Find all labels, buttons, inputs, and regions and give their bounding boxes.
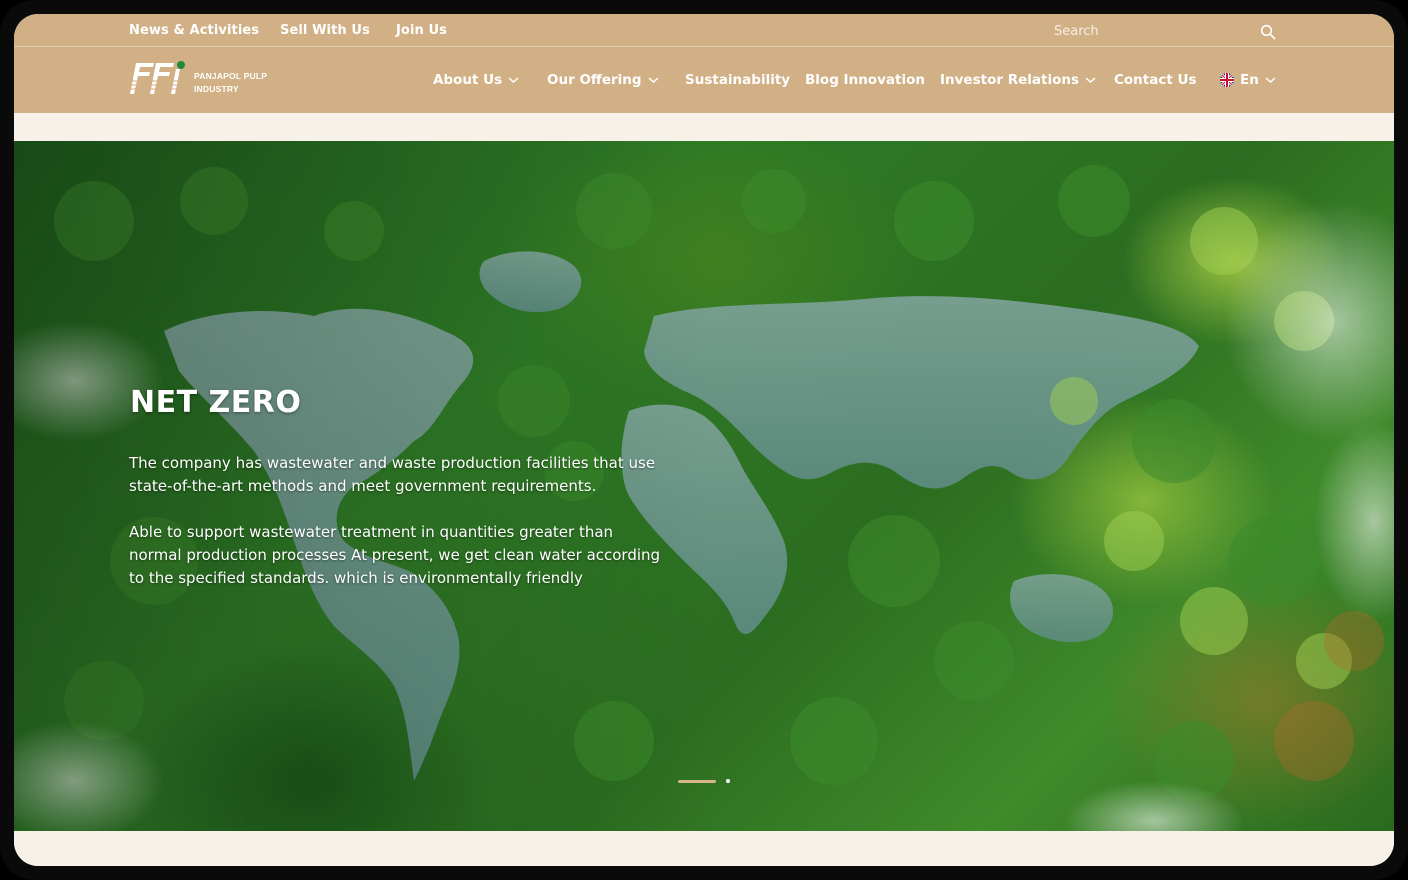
footer-spacer bbox=[14, 831, 1394, 866]
nav-sustainability-label: Sustainability bbox=[685, 72, 791, 88]
chevron-down-icon bbox=[508, 77, 519, 84]
top-link-news-activities[interactable]: News & Activities bbox=[129, 23, 259, 38]
carousel-pagination bbox=[678, 779, 730, 783]
search-icon[interactable] bbox=[1260, 24, 1276, 40]
nav-our-offering-label: Our Offering bbox=[547, 72, 642, 88]
site-header: News & Activities Sell With Us Join Us S… bbox=[14, 14, 1394, 113]
hero-paragraph-1: The company has wastewater and waste pro… bbox=[129, 454, 656, 495]
language-label: En bbox=[1240, 72, 1259, 88]
top-bar: News & Activities Sell With Us Join Us bbox=[14, 14, 1394, 47]
logo-line-2: INDUSTRY bbox=[194, 84, 239, 94]
spacer-band bbox=[14, 113, 1394, 141]
nav-investor-relations[interactable]: Investor Relations bbox=[940, 72, 1096, 88]
nav-about-us[interactable]: About Us bbox=[433, 72, 519, 88]
carousel-dot-active[interactable] bbox=[678, 779, 716, 783]
logo-line-1: PANJAPOL PULP bbox=[194, 71, 268, 81]
hero-title: NET ZERO bbox=[130, 385, 302, 420]
chevron-down-icon bbox=[648, 77, 659, 84]
logo-text: PANJAPOL PULP INDUSTRY bbox=[194, 70, 267, 96]
nav-our-offering[interactable]: Our Offering bbox=[547, 72, 659, 88]
carousel-dot[interactable] bbox=[726, 779, 730, 783]
main-nav: PANJAPOL PULP INDUSTRY About Us Our Offe… bbox=[14, 48, 1394, 113]
hero-banner: NET ZERO The company has wastewater and … bbox=[14, 141, 1394, 831]
chevron-down-icon bbox=[1265, 77, 1276, 84]
nav-contact-us[interactable]: Contact Us bbox=[1114, 72, 1197, 88]
chevron-down-icon bbox=[1085, 77, 1096, 84]
language-selector[interactable]: En bbox=[1220, 72, 1276, 88]
top-link-join-us[interactable]: Join Us bbox=[396, 23, 447, 38]
nav-contact-us-label: Contact Us bbox=[1114, 72, 1197, 88]
nav-sustainability[interactable]: Sustainability bbox=[685, 72, 790, 88]
nav-blog-innovation[interactable]: Blog Innovation bbox=[805, 72, 925, 88]
uk-flag-icon bbox=[1220, 73, 1234, 87]
browser-viewport: News & Activities Sell With Us Join Us S… bbox=[14, 14, 1394, 866]
top-link-sell-with-us[interactable]: Sell With Us bbox=[280, 23, 370, 38]
search-input[interactable] bbox=[1054, 20, 1264, 42]
hero-paragraph-2: Able to support wastewater treatment in … bbox=[129, 523, 661, 587]
nav-about-us-label: About Us bbox=[433, 72, 503, 88]
nav-blog-innovation-label: Blog Innovation bbox=[805, 72, 925, 88]
ppi-logo-mark-icon bbox=[130, 61, 188, 94]
company-logo[interactable]: PANJAPOL PULP INDUSTRY bbox=[130, 61, 290, 101]
nav-investor-relations-label: Investor Relations bbox=[940, 72, 1080, 88]
device-frame: News & Activities Sell With Us Join Us S… bbox=[0, 0, 1408, 880]
